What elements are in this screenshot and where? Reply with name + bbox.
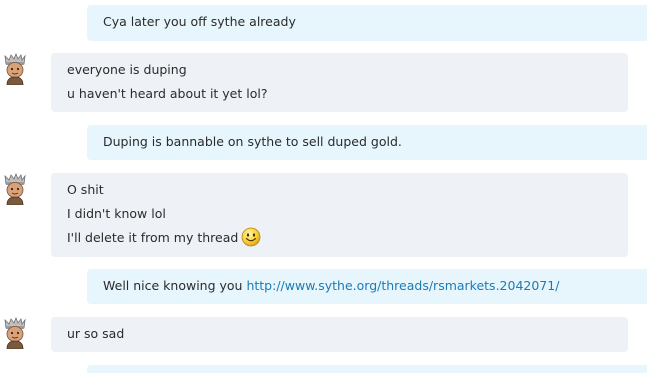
message-line: I'll delete it from my thread bbox=[67, 226, 628, 250]
outgoing-message-bubble[interactable]: Well nice knowing you http://www.sythe.o… bbox=[87, 269, 647, 304]
message-text: I didn't know lol bbox=[67, 206, 166, 221]
avatar-icon[interactable] bbox=[2, 53, 28, 85]
incoming-message-bubble[interactable]: everyone is duping u haven't heard about… bbox=[51, 53, 628, 112]
incoming-message-bubble[interactable]: O shit I didn't know lol I'll delete it … bbox=[51, 173, 628, 257]
thread-link[interactable]: http://www.sythe.org/threads/rsmarkets.2… bbox=[246, 278, 559, 293]
message-text: Duping is bannable on sythe to sell dupe… bbox=[103, 134, 402, 149]
outgoing-message-bubble[interactable] bbox=[87, 365, 647, 373]
message-text: ur so sad bbox=[67, 326, 125, 341]
message-text: u haven't heard about it yet lol? bbox=[67, 86, 268, 101]
message-text: O shit bbox=[67, 182, 104, 197]
message-text: Cya later you off sythe already bbox=[103, 14, 296, 29]
avatar-icon[interactable] bbox=[2, 317, 28, 349]
chat-conversation: Cya later you off sythe already everyone… bbox=[0, 0, 647, 373]
avatar-icon[interactable] bbox=[2, 173, 28, 205]
incoming-message-bubble[interactable]: ur so sad bbox=[51, 317, 628, 352]
outgoing-message-bubble[interactable]: Cya later you off sythe already bbox=[87, 5, 647, 41]
message-text: I'll delete it from my thread bbox=[67, 230, 239, 245]
message-line: Well nice knowing you http://www.sythe.o… bbox=[103, 274, 647, 298]
outgoing-message-bubble[interactable]: Duping is bannable on sythe to sell dupe… bbox=[87, 125, 647, 160]
message-text: everyone is duping bbox=[67, 62, 187, 77]
message-text: Well nice knowing you bbox=[103, 278, 247, 293]
smile-emoji-icon bbox=[241, 227, 261, 247]
